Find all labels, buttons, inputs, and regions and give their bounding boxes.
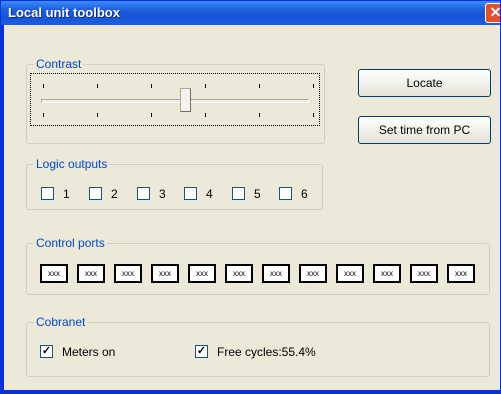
logic-output-3-checkbox[interactable] [137, 187, 150, 200]
contrast-group: Contrast [26, 57, 325, 144]
cobranet-group: Cobranet ✓ Meters on ✓ Free cycles:55.4% [26, 315, 490, 377]
slider-tick [259, 84, 260, 88]
slider-thumb[interactable] [180, 88, 191, 112]
logic-output-label: 4 [206, 187, 213, 201]
locate-button[interactable]: Locate [358, 69, 491, 97]
slider-tick [313, 84, 314, 88]
control-port[interactable]: xxx [262, 264, 290, 283]
logic-output-2-checkbox[interactable] [89, 187, 102, 200]
meters-on-checkbox[interactable]: ✓ [40, 345, 53, 358]
control-port[interactable]: xxx [114, 264, 142, 283]
control-port[interactable]: xxx [40, 264, 68, 283]
slider-tick [97, 113, 98, 117]
slider-tick [205, 84, 206, 88]
control-port[interactable]: xxx [77, 264, 105, 283]
slider-track[interactable] [41, 99, 309, 103]
logic-output-label: 5 [254, 187, 261, 201]
logic-output-6-checkbox[interactable] [279, 187, 292, 200]
control-port[interactable]: xxx [373, 264, 401, 283]
logic-output-label: 6 [301, 187, 308, 201]
contrast-slider[interactable] [30, 73, 320, 126]
logic-output-4-checkbox[interactable] [184, 187, 197, 200]
slider-tick [43, 113, 44, 117]
slider-tick [259, 113, 260, 117]
logic-output-label: 1 [63, 187, 70, 201]
window-title: Local unit toolbox [8, 5, 120, 20]
meters-on-label: Meters on [62, 345, 116, 359]
logic-output-5-checkbox[interactable] [232, 187, 245, 200]
checkmark-icon: ✓ [41, 345, 52, 357]
slider-tick [97, 84, 98, 88]
logic-outputs-group: Logic outputs 1 2 3 4 5 6 [26, 157, 323, 210]
checkmark-icon: ✓ [196, 345, 207, 357]
control-port[interactable]: xxx [225, 264, 253, 283]
cobranet-group-label: Cobranet [34, 315, 88, 329]
control-port[interactable]: xxx [151, 264, 179, 283]
free-cycles-checkbox[interactable]: ✓ [195, 345, 208, 358]
logic-output-label: 2 [111, 187, 118, 201]
slider-tick [205, 113, 206, 117]
control-ports-group-label: Control ports [34, 236, 107, 250]
window-border-left [1, 25, 4, 393]
window-border-bottom [1, 390, 500, 393]
title-bar[interactable]: Local unit toolbox ✕ [1, 1, 500, 25]
slider-tick [151, 113, 152, 117]
control-port[interactable]: xxx [299, 264, 327, 283]
slider-tick [313, 113, 314, 117]
slider-tick [151, 84, 152, 88]
control-port[interactable]: xxx [447, 264, 475, 283]
logic-output-label: 3 [159, 187, 166, 201]
logic-output-1-checkbox[interactable] [41, 187, 54, 200]
set-time-from-pc-button[interactable]: Set time from PC [358, 116, 491, 144]
control-ports-group: Control ports xxx xxx xxx xxx xxx xxx xx… [26, 236, 490, 295]
control-port[interactable]: xxx [410, 264, 438, 283]
control-port[interactable]: xxx [336, 264, 364, 283]
close-icon[interactable]: ✕ [485, 3, 500, 23]
free-cycles-label: Free cycles:55.4% [217, 345, 316, 359]
control-port[interactable]: xxx [188, 264, 216, 283]
slider-tick [43, 84, 44, 88]
logic-outputs-group-label: Logic outputs [34, 157, 110, 171]
local-unit-toolbox-window: Local unit toolbox ✕ Contrast Locate Set… [0, 0, 501, 394]
contrast-group-label: Contrast [34, 57, 84, 71]
